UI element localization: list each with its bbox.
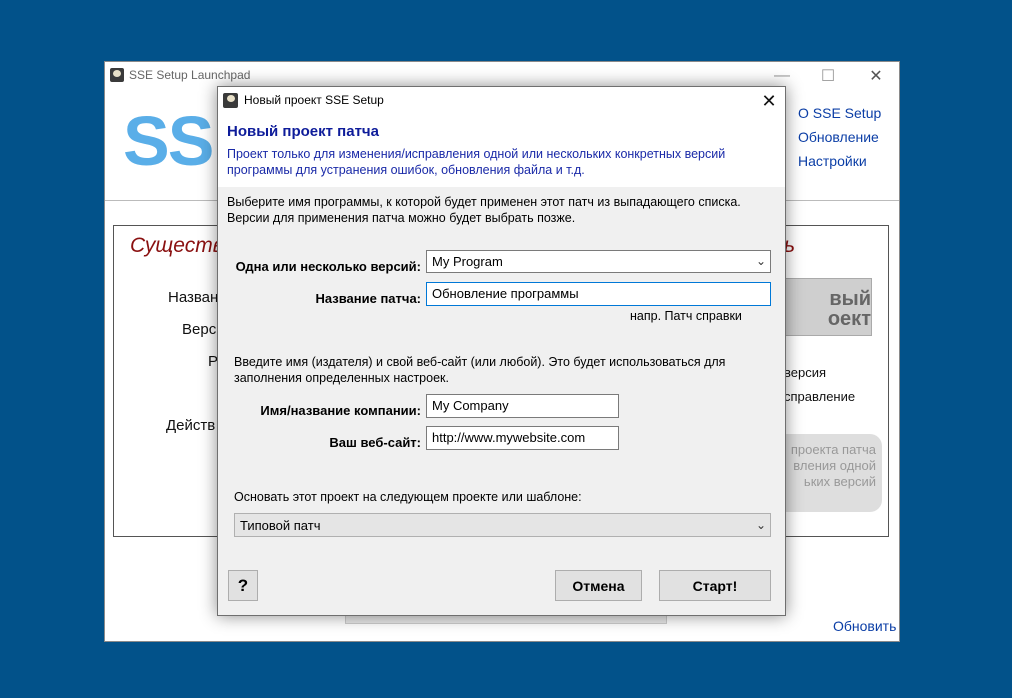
maximize-icon[interactable]: ☐	[805, 62, 851, 90]
new-project-button[interactable]: вый оект	[774, 278, 872, 336]
new-project-label-2: оект	[827, 308, 871, 330]
website-label: Ваш веб-сайт:	[329, 435, 421, 450]
nav-about-link[interactable]: О SSE Setup	[798, 105, 881, 121]
close-icon[interactable]: ✕	[752, 87, 786, 115]
company-label: Имя/название компании:	[260, 403, 421, 418]
new-project-dialog: Новый проект SSE Setup ✕ Новый проект па…	[217, 86, 786, 616]
start-button[interactable]: Старт!	[659, 570, 771, 601]
versions-value: My Program	[432, 254, 503, 269]
refresh-link[interactable]: Обновить	[833, 618, 896, 634]
company-input[interactable]: My Company	[426, 394, 619, 418]
version-label: Верс	[182, 321, 217, 338]
new-project-label-1: вый	[829, 288, 871, 310]
template-value: Типовой патч	[240, 518, 321, 533]
nav-settings-link[interactable]: Настройки	[798, 153, 867, 169]
dialog-heading: Новый проект патча	[227, 123, 379, 140]
patch-name-input[interactable]: Обновление программы	[426, 282, 771, 306]
chevron-down-icon: ⌄	[755, 518, 766, 532]
name-label: Назван	[168, 289, 219, 306]
versions-label: Одна или несколько версий:	[235, 259, 421, 274]
website-input[interactable]: http://www.mywebsite.com	[426, 426, 619, 450]
nav-update-link[interactable]: Обновление	[798, 129, 879, 145]
cancel-button[interactable]: Отмена	[555, 570, 642, 601]
action-label: Действ	[166, 417, 216, 434]
panel-title: Существ	[130, 234, 224, 257]
version-radio-label[interactable]: версия	[784, 365, 826, 380]
window-title: SSE Setup Launchpad	[129, 68, 251, 82]
help-button[interactable]: ?	[228, 570, 258, 601]
template-combobox[interactable]: Типовой патч ⌄	[234, 513, 771, 537]
chevron-down-icon: ⌄	[755, 254, 766, 268]
patch-name-label: Название патча:	[315, 291, 421, 306]
template-label: Основать этот проект на следующем проект…	[234, 490, 582, 504]
close-icon[interactable]: ✕	[853, 62, 899, 90]
dialog-description: Проект только для изменения/исправления …	[227, 147, 726, 177]
app-icon	[110, 68, 124, 82]
app-icon	[223, 93, 238, 108]
dialog-title: Новый проект SSE Setup	[244, 93, 384, 107]
fix-radio-label[interactable]: справление	[784, 389, 855, 404]
versions-combobox[interactable]: My Program ⌄	[426, 250, 771, 273]
patch-name-hint: напр. Патч справки	[630, 309, 742, 323]
publisher-description: Введите имя (издателя) и свой веб-сайт (…	[234, 355, 726, 385]
intro-text: Выберите имя программы, к которой будет …	[227, 195, 741, 225]
